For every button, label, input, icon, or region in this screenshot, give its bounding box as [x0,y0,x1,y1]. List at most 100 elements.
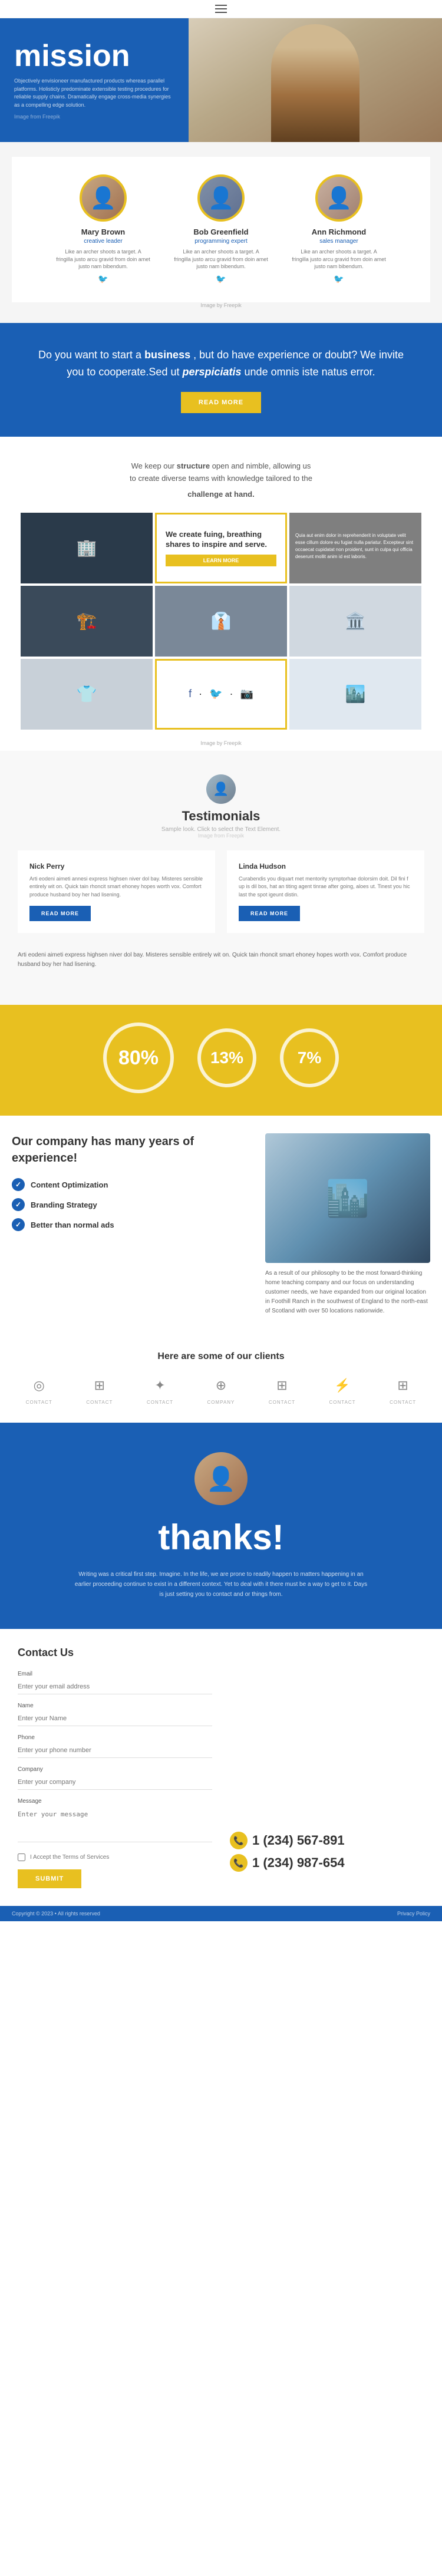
client-label-7: contact [390,1400,416,1405]
phone-number-1: 📞 1 (234) 567-891 [230,1832,424,1849]
footer: Copyright © 2023 • All rights reserved P… [0,1906,442,1921]
team-section: 👤 Mary Brown creative leader Like an arc… [0,142,442,323]
twitter-icon-3[interactable]: 🐦 [334,274,344,283]
grid-cell-5: 👔 [155,586,287,657]
name-input[interactable] [18,1711,212,1726]
experience-word: experience [12,1152,74,1165]
team-photo-bob: 👤 [197,174,245,222]
message-group: Message [18,1798,212,1845]
logo-icon-2: ⊞ [88,1374,111,1397]
testimonial-btn-1[interactable]: READ MORE [29,906,91,921]
circle-outer-3: 7% [280,1028,339,1087]
twitter-icon-social[interactable]: 🐦 [209,688,222,700]
facebook-icon[interactable]: f [189,688,192,700]
structure-section: We keep our structure open and nimble, a… [0,437,442,512]
grid-image-7: 👕 [21,659,153,730]
testimonial-text-1: Arti eodeni aimeti annesi express highse… [29,875,203,899]
twitter-icon-1[interactable]: 🐦 [98,274,108,283]
submit-button[interactable]: SUBMIT [18,1869,81,1888]
testimonials-avatar: 👤 [206,774,236,804]
contact-right: 📞 1 (234) 567-891 📞 1 (234) 987-654 [230,1671,424,1888]
separator-2: · [230,688,233,700]
logo-icon-4: ⊕ [209,1374,233,1397]
hero-image-credit: Image from Freepik [14,114,174,120]
member-desc-1: Like an archer shoots a target. A fringi… [56,248,150,271]
stat-circle-3: 7% [280,1028,339,1092]
email-label: Email [18,1671,212,1677]
hamburger-menu[interactable] [215,5,227,13]
client-logo-1: ◎ contact [26,1374,52,1405]
team-photo-ann: 👤 [315,174,362,222]
clients-section: Here are some of our clients ◎ contact ⊞… [0,1334,442,1423]
grid-container: 🏢 We create fuing, breathing shares to i… [0,513,442,751]
instagram-icon[interactable]: 📷 [240,688,253,700]
testimonial-btn-2[interactable]: READ MORE [239,906,300,921]
hero-blue-box: mission Objectively envisioneer manufact… [0,18,189,142]
cta-text-part3: unde omnis iste natus error. [245,366,375,378]
client-label-6: contact [329,1400,356,1405]
overlay-text: Quia aut enim dolor in reprehenderit in … [295,532,415,560]
client-label-5: contact [269,1400,295,1405]
client-logo-4: ⊕ company [207,1374,235,1405]
email-group: Email [18,1671,212,1694]
company-left: Our company has many years of experience… [12,1133,248,1238]
grid-cell-4: 🏗️ [21,586,153,657]
company-desc: As a result of our philosophy to be the … [265,1269,430,1316]
cta-read-more-button[interactable]: READ MORE [181,392,261,413]
grid-image-6: 🏛️ [289,586,421,657]
logo-icon-1: ◎ [27,1374,51,1397]
testimonial-cards: Nick Perry Arti eodeni aimeti annesi exp… [18,850,424,934]
circle-outer-2: 13% [197,1028,256,1087]
email-input[interactable] [18,1680,212,1694]
twitter-icon-2[interactable]: 🐦 [216,274,226,283]
terms-checkbox[interactable] [18,1853,25,1861]
client-logo-3: ✦ contact [147,1374,173,1405]
checklist-item-1: ✓ Content Optimization [12,1178,248,1191]
footer-privacy-link[interactable]: Privacy Policy [397,1911,430,1917]
member-role-1: creative leader [56,238,150,245]
testimonials-subtitle: Sample look. Click to select the Text El… [18,826,424,833]
terms-check: I Accept the Terms of Services [18,1853,212,1861]
logo-icon-6: ⚡ [331,1374,354,1397]
stats-section: 80% 13% 7% [0,1005,442,1116]
member-name-2: Bob Greenfield [174,227,268,236]
overlay-heading: We create fuing, breathing shares to ins… [166,530,276,550]
company-input[interactable] [18,1775,212,1790]
thanks-text: Writing was a critical first step. Imagi… [74,1569,368,1599]
person-icon-3: 👤 [326,186,352,210]
thanks-section: 👤 thanks! Writing was a critical first s… [0,1423,442,1629]
cta-perspiciatis-word: perspiciatis [182,366,241,378]
team-members: 👤 Mary Brown creative leader Like an arc… [12,157,430,302]
person-icon-2: 👤 [208,186,235,210]
logo-icon-7: ⊞ [391,1374,415,1397]
testimonial-name-2: Linda Hudson [239,862,413,870]
team-member-2: 👤 Bob Greenfield programming expert Like… [174,174,268,285]
checklist-label-1: Content Optimization [31,1180,108,1189]
contact-heading: Contact Us [18,1647,424,1659]
checklist: ✓ Content Optimization ✓ Branding Strate… [12,1178,248,1231]
cta-business-word: business [144,349,190,361]
contact-grid: Email Name Phone Company Message I A [18,1671,424,1888]
member-role-2: programming expert [174,238,268,245]
structure-heading: We keep our structure open and nimble, a… [18,460,424,485]
team-member-3: 👤 Ann Richmond sales manager Like an arc… [292,174,386,285]
footer-copyright: Copyright © 2023 • All rights reserved [12,1911,100,1917]
check-icon-2: ✓ [12,1198,25,1211]
social-box: f · 🐦 · 📷 [155,659,287,730]
hero-section: mission Objectively envisioneer manufact… [0,18,442,142]
client-logo-2: ⊞ contact [86,1374,113,1405]
mission-title: mission [14,41,174,71]
grid-image-9: 🏙️ [289,659,421,730]
learn-more-button[interactable]: LEARN MORE [166,555,276,566]
phone-label: Phone [18,1734,212,1741]
message-input[interactable] [18,1807,212,1842]
stat-value-1: 80% [118,1047,159,1070]
article-text: Arti eodeni aimeti express highsen niver… [18,951,424,969]
client-label-2: contact [86,1400,113,1405]
contact-section: Contact Us Email Name Phone Company Mess… [0,1629,442,1906]
grid-image-credit: Image by Freepik [9,735,433,751]
testimonial-card-2: Linda Hudson Curabendis you diquart met … [227,850,424,934]
member-desc-2: Like an archer shoots a target. A fringi… [174,248,268,271]
company-right: 🏙️ As a result of our philosophy to be t… [265,1133,430,1316]
phone-input[interactable] [18,1743,212,1758]
